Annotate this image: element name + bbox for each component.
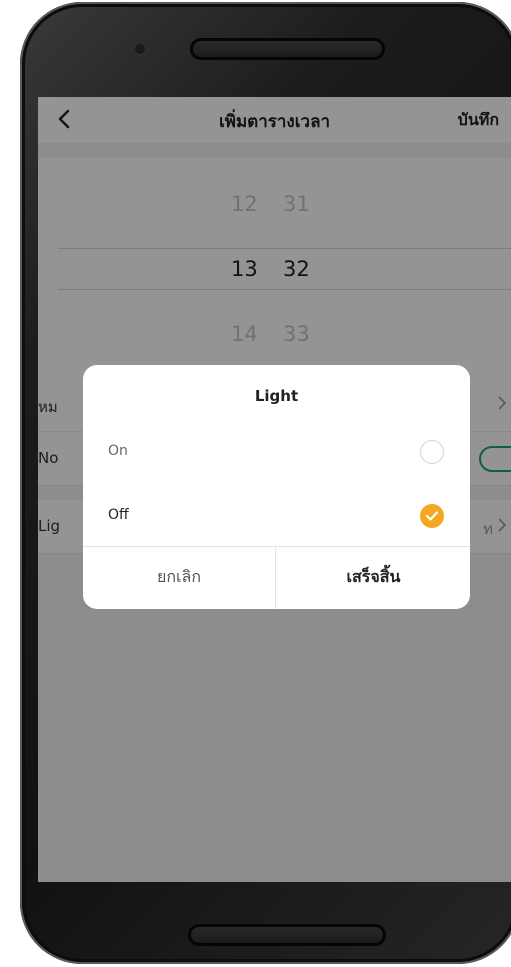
radio-unchecked-icon[interactable] <box>420 440 444 464</box>
app-screen: เพิ่มตารางเวลา บันทึก 12 31 13 32 14 33 … <box>38 97 511 882</box>
option-label: On <box>108 443 128 459</box>
option-off[interactable]: Off <box>83 494 470 542</box>
light-dialog: Light On Off ยกเลิก เสร็จสิ้น <box>83 365 470 609</box>
dialog-title: Light <box>254 387 299 405</box>
bottom-bar <box>188 924 386 946</box>
radio-checked-icon[interactable] <box>420 504 444 528</box>
option-on[interactable]: On <box>83 430 470 478</box>
dialog-actions: ยกเลิก เสร็จสิ้น <box>83 546 470 609</box>
earpiece-speaker <box>190 38 385 60</box>
checkmark-icon <box>425 511 439 521</box>
done-button[interactable]: เสร็จสิ้น <box>277 547 470 609</box>
option-label: Off <box>108 507 129 523</box>
front-camera <box>133 42 147 56</box>
cancel-button[interactable]: ยกเลิก <box>83 547 276 609</box>
